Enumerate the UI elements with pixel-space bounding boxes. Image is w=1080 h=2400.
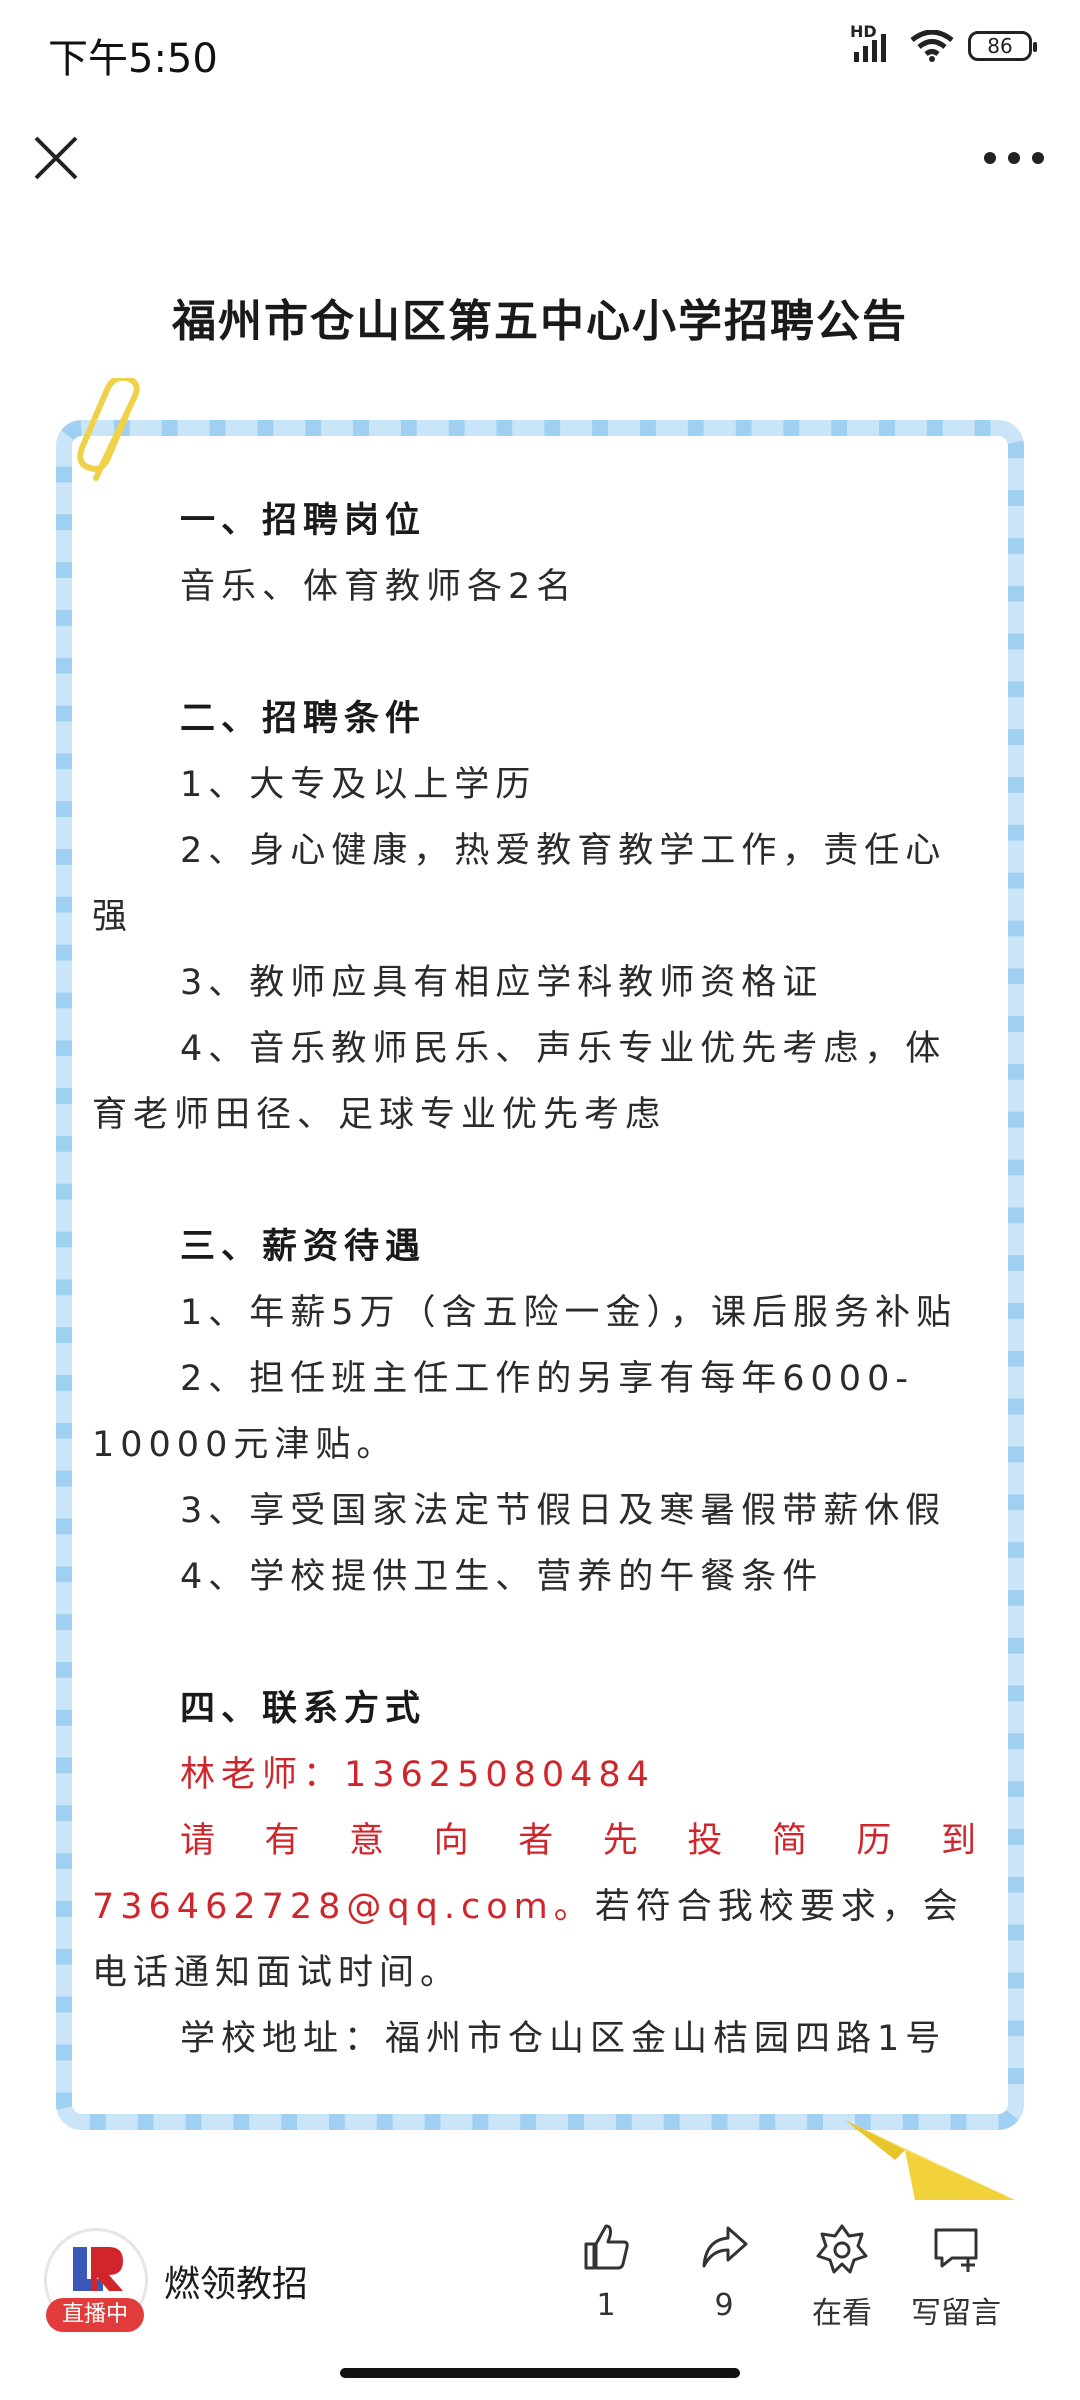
section-heading-positions: 一、招聘岗位 (180, 501, 427, 541)
like-button[interactable]: 1 (556, 2222, 656, 2323)
section-heading-contact: 四、联系方式 (180, 1689, 427, 1729)
share-count: 9 (714, 2288, 734, 2323)
paperclip-icon (77, 378, 140, 481)
like-count: 1 (596, 2288, 616, 2323)
article-title: 福州市仓山区第五中心小学招聘公告 (172, 296, 908, 347)
article-content: 一、招聘岗位 音乐、体育教师各2名 二、招聘条件 1、大专及以上学历 2、身心健… (92, 488, 982, 2072)
comment-label: 写留言 (911, 2296, 1001, 2331)
contact-resume-line: 请有意向者先投简历到 (180, 1821, 982, 1861)
watching-label: 在看 (812, 2296, 872, 2331)
network-type-label: HD (850, 22, 877, 41)
paper-plane-icon (845, 2120, 1015, 2200)
salary-item: 2、担任班主任工作的另享有每年6000-10000元津贴。 (92, 1359, 914, 1465)
comment-button[interactable]: 写留言 (906, 2222, 1006, 2332)
contact-resume-email-line: 736462728@qq.com。若符合我校要求，会电话通知面试时间。 (92, 1874, 982, 2006)
close-button[interactable] (28, 130, 84, 186)
condition-item: 3、教师应具有相应学科教师资格证 (180, 963, 824, 1003)
status-time: 下午5:50 (48, 36, 218, 82)
condition-item: 2、身心健康，热爱教育教学工作，责任心强 (92, 831, 947, 937)
battery-indicator: 86 (968, 31, 1037, 61)
thumbs-up-icon (584, 2224, 629, 2270)
home-indicator (340, 2368, 740, 2378)
status-icons: HD 86 (850, 22, 1037, 62)
wifi-icon (910, 30, 954, 62)
live-badge: 直播中 (46, 2298, 144, 2332)
more-icon (984, 152, 1044, 164)
positions-line: 音乐、体育教师各2名 (180, 567, 578, 607)
watching-button[interactable]: 在看 (792, 2222, 892, 2332)
salary-item: 3、享受国家法定节假日及寒暑假带薪休假 (180, 1491, 947, 1531)
share-icon (702, 2226, 748, 2268)
condition-item: 4、音乐教师民乐、声乐专业优先考虑，体育老师田径、足球专业优先考虑 (92, 1029, 947, 1135)
condition-item: 1、大专及以上学历 (180, 765, 537, 805)
close-icon (34, 136, 78, 180)
section-heading-salary: 三、薪资待遇 (180, 1227, 427, 1267)
contact-email[interactable]: 736462728@qq.com。 (92, 1887, 595, 1927)
comment-add-icon (934, 2228, 978, 2272)
account-name[interactable]: 燃领教招 (164, 2255, 308, 2307)
more-button[interactable] (976, 130, 1052, 186)
section-heading-conditions: 二、招聘条件 (180, 699, 427, 739)
share-button[interactable]: 9 (674, 2222, 774, 2323)
contact-teacher: 林老师：13625080484 (180, 1755, 655, 1795)
status-bar: 下午5:50 HD 86 (0, 0, 1080, 100)
salary-item: 1、年薪5万（含五险一金），课后服务补贴 (180, 1293, 958, 1333)
bottom-bar: 直播中 燃领教招 1 9 在看 写留言 (0, 2210, 1080, 2350)
school-address: 学校地址：福州市仓山区金山桔园四路1号 (180, 2019, 947, 2059)
flower-icon (816, 2224, 868, 2274)
salary-item: 4、学校提供卫生、营养的午餐条件 (180, 1557, 824, 1597)
signal-icon: HD (850, 22, 896, 62)
nav-bar (0, 110, 1080, 210)
